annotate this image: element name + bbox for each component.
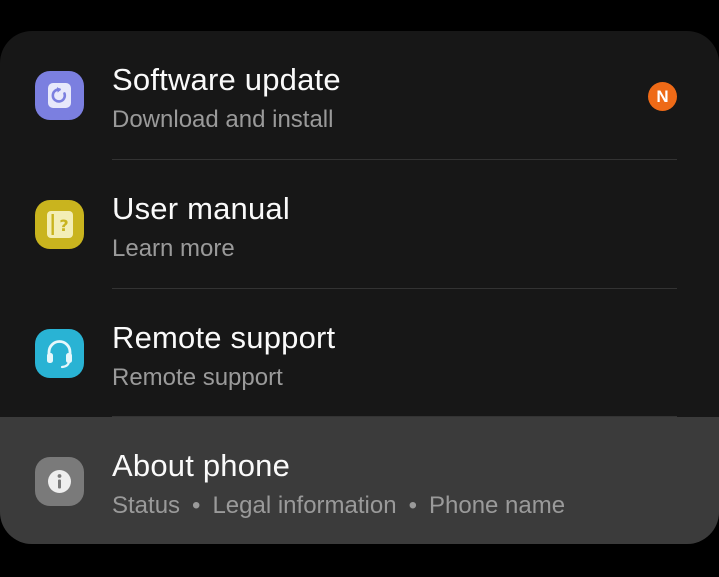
user-manual-icon: ?	[35, 200, 84, 249]
user-manual-subtitle: Learn more	[112, 235, 235, 262]
remote-support-item[interactable]: Remote support Remote support	[0, 289, 719, 417]
separator-dot: •	[408, 492, 417, 519]
info-icon	[35, 457, 84, 506]
svg-text:?: ?	[59, 216, 68, 235]
software-update-subtitle: Download and install	[112, 106, 334, 133]
software-update-title: Software update	[112, 62, 341, 97]
subtitle-legal-information: Legal information	[212, 492, 397, 519]
about-phone-subtitle: Status • Legal information • Phone name	[112, 492, 565, 520]
user-manual-title: User manual	[112, 191, 290, 226]
settings-card: Software update Download and install N ?…	[0, 31, 719, 544]
subtitle-status: Status	[112, 492, 181, 519]
headset-icon	[35, 329, 84, 378]
software-update-icon	[35, 71, 84, 120]
user-manual-item[interactable]: ? User manual Learn more	[0, 160, 719, 288]
subtitle-phone-name: Phone name	[428, 492, 566, 519]
about-phone-item[interactable]: About phone Status • Legal information • Pho…	[0, 417, 719, 544]
software-update-item[interactable]: Software update Download and install N	[0, 31, 719, 159]
remote-support-title: Remote support	[112, 320, 336, 355]
remote-support-subtitle: Remote support	[112, 364, 283, 391]
separator-dot: •	[192, 492, 201, 519]
about-phone-title: About phone	[112, 448, 291, 483]
new-badge: N	[648, 82, 677, 111]
